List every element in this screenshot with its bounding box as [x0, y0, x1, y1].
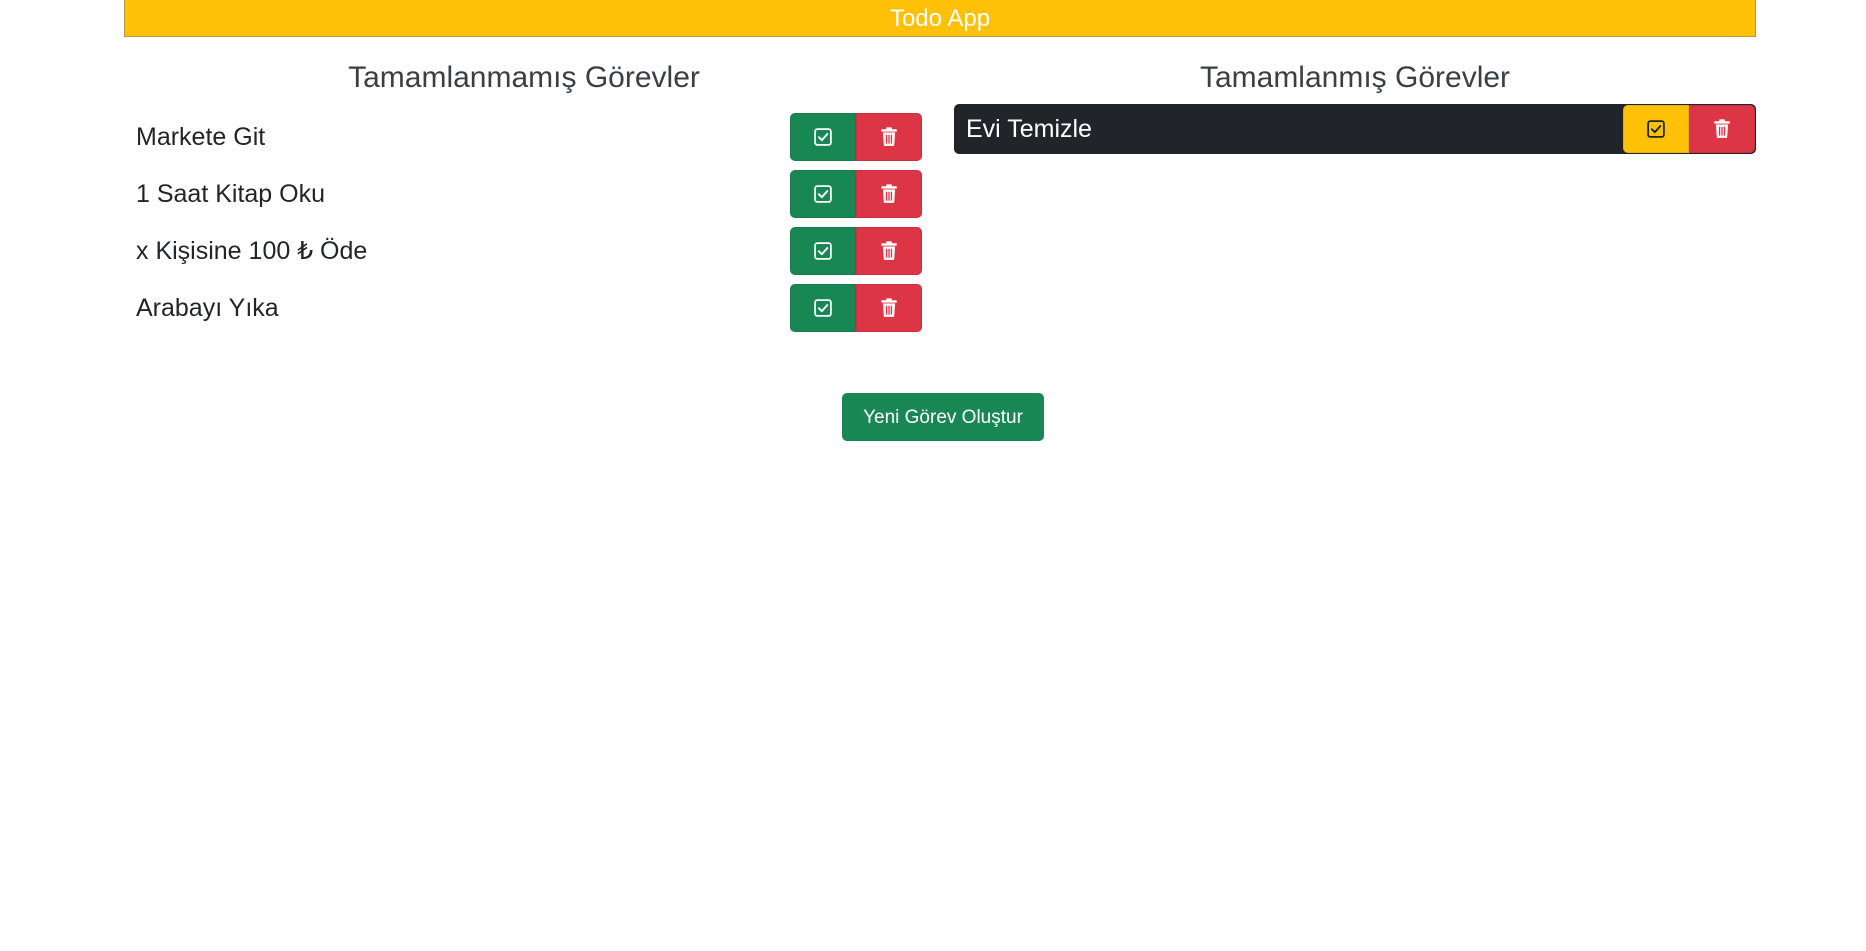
- delete-task-button[interactable]: [856, 170, 922, 218]
- task-actions: [790, 227, 922, 275]
- task-actions: [790, 113, 922, 161]
- incomplete-task-row: x Kişisine 100 ₺ Öde: [124, 227, 924, 275]
- task-actions: [1623, 105, 1755, 153]
- app-header: Todo App: [124, 0, 1756, 37]
- task-label: 1 Saat Kitap Oku: [136, 180, 326, 208]
- task-actions: [790, 170, 922, 218]
- task-actions: [790, 284, 922, 332]
- complete-task-row: Evi Temizle: [954, 104, 1756, 154]
- trash-icon: [880, 241, 898, 261]
- create-task-button[interactable]: Yeni Görev Oluştur: [842, 393, 1044, 441]
- check-square-icon: [1647, 120, 1665, 138]
- delete-task-button[interactable]: [856, 284, 922, 332]
- incomplete-task-row: Arabayı Yıka: [124, 284, 924, 332]
- check-square-icon: [814, 299, 832, 317]
- complete-task-button[interactable]: [790, 170, 856, 218]
- delete-task-button[interactable]: [1689, 105, 1755, 153]
- check-square-icon: [814, 242, 832, 260]
- check-square-icon: [814, 185, 832, 203]
- complete-task-button[interactable]: [790, 227, 856, 275]
- task-label: Arabayı Yıka: [136, 294, 279, 322]
- task-label: Markete Git: [136, 123, 266, 151]
- complete-section-title: Tamamlanmış Görevler: [1199, 61, 1511, 94]
- delete-task-button[interactable]: [856, 227, 922, 275]
- trash-icon: [880, 184, 898, 204]
- task-label: x Kişisine 100 ₺ Öde: [136, 237, 368, 265]
- complete-task-button[interactable]: [790, 284, 856, 332]
- task-label: Evi Temizle: [966, 115, 1092, 143]
- incomplete-task-row: 1 Saat Kitap Oku: [124, 170, 924, 218]
- todo-page: Todo App Tamamlanmamış Görevler Tamamlan…: [0, 0, 1866, 951]
- incomplete-section-title: Tamamlanmamış Görevler: [348, 61, 700, 94]
- complete-task-button[interactable]: [790, 113, 856, 161]
- check-square-icon: [814, 128, 832, 146]
- trash-icon: [880, 298, 898, 318]
- undo-complete-button[interactable]: [1623, 105, 1689, 153]
- delete-task-button[interactable]: [856, 113, 922, 161]
- incomplete-task-row: Markete Git: [124, 113, 924, 161]
- trash-icon: [1713, 119, 1731, 139]
- trash-icon: [880, 127, 898, 147]
